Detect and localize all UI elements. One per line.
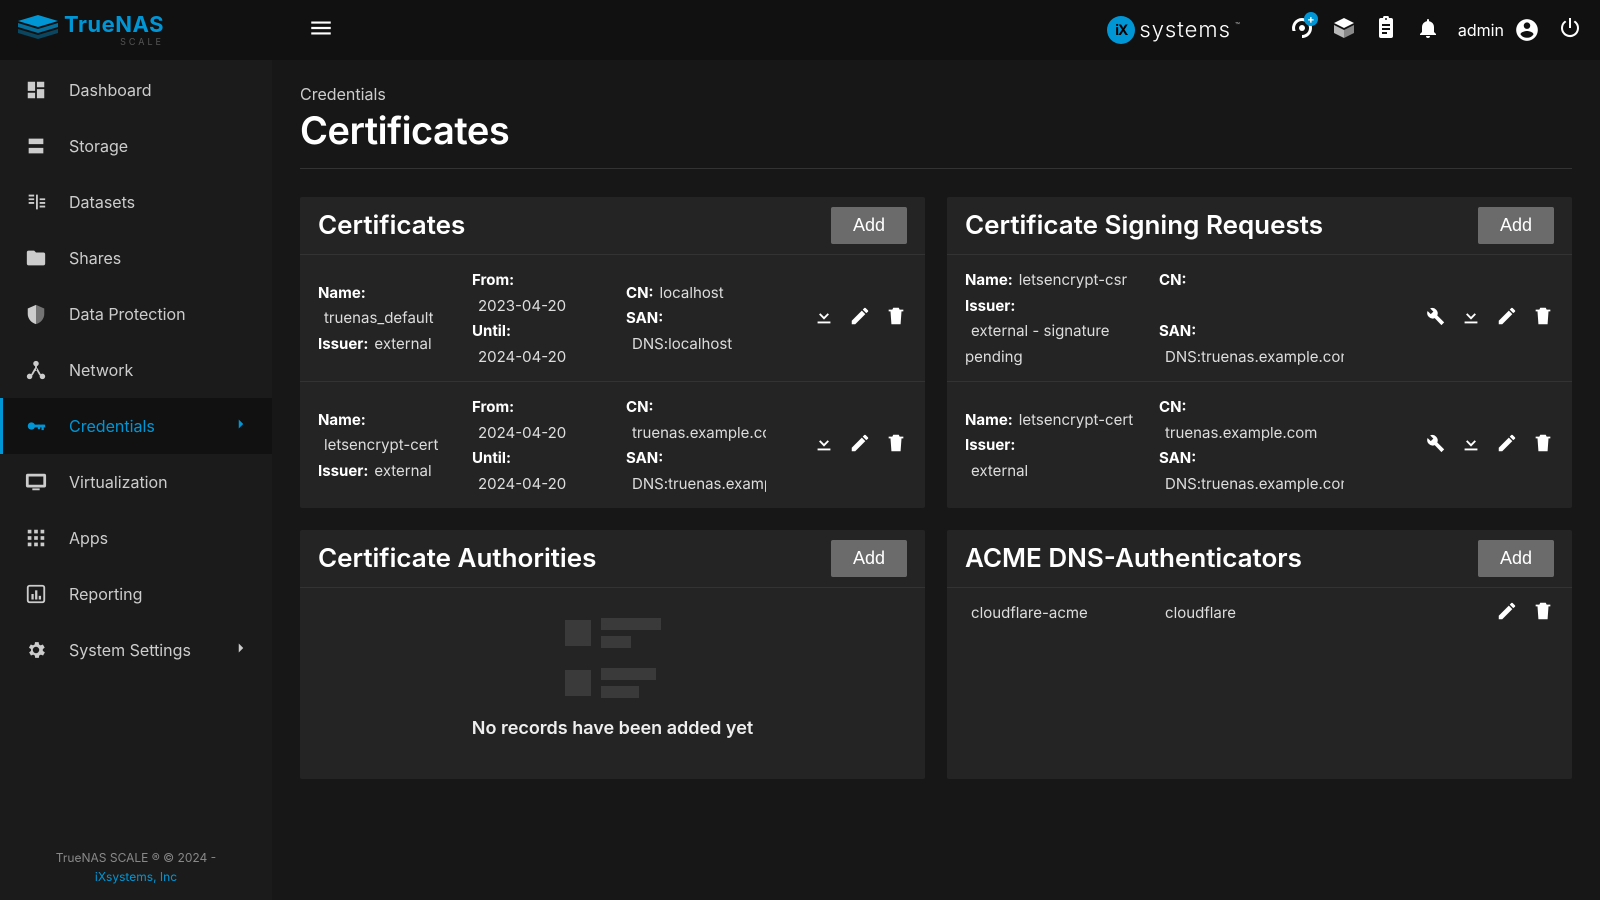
acme-card: ACME DNS-Authenticators Add cloudflare-a…	[947, 530, 1572, 779]
edit-icon[interactable]	[1496, 305, 1518, 331]
certificate-row: Name:truenas_defaultIssuer:externalFrom:…	[300, 254, 925, 381]
edit-icon[interactable]	[1496, 600, 1518, 626]
row-actions	[1424, 305, 1554, 331]
sidebar-item-label: Credentials	[69, 416, 155, 436]
row-actions	[1424, 432, 1554, 458]
certificates-card: Certificates Add Name:truenas_defaultIss…	[300, 197, 925, 508]
row-actions	[1496, 600, 1554, 626]
plus-badge-icon: +	[1304, 12, 1318, 26]
sidebar-item-virtualization[interactable]: Virtualization	[0, 454, 272, 510]
edit-icon[interactable]	[1496, 432, 1518, 458]
power-icon[interactable]	[1558, 16, 1582, 44]
row-actions	[813, 305, 907, 331]
sidebar-item-label: Network	[69, 360, 133, 380]
download-icon[interactable]	[1460, 305, 1482, 331]
sidebar-item-label: Data Protection	[69, 304, 186, 324]
sidebar-item-storage[interactable]: Storage	[0, 118, 272, 174]
ca-empty-state: No records have been added yet	[300, 587, 925, 779]
sidebar-item-label: Storage	[69, 136, 128, 156]
truecommand-icon[interactable]: +	[1290, 16, 1314, 44]
edit-icon[interactable]	[849, 305, 871, 331]
delete-icon[interactable]	[1532, 305, 1554, 331]
sidebar-item-credentials[interactable]: Credentials	[0, 398, 272, 454]
username-label: admin	[1458, 20, 1504, 40]
page-title: Certificates	[300, 108, 1572, 169]
download-icon[interactable]	[1460, 432, 1482, 458]
acme-title: ACME DNS-Authenticators	[965, 543, 1302, 574]
topbar: TrueNAS SCALE iX systems ™ + admin	[0, 0, 1600, 60]
sidebar-item-label: Shares	[69, 248, 121, 268]
sidebar-nav: Dashboard Storage Datasets Shares Data Prote…	[0, 60, 272, 678]
sidebar-item-reporting[interactable]: Reporting	[0, 566, 272, 622]
user-menu[interactable]: admin	[1458, 17, 1540, 43]
sidebar-item-label: Datasets	[69, 192, 135, 212]
certificates-title: Certificates	[318, 210, 465, 241]
sidebar-item-label: Apps	[69, 528, 108, 548]
csr-card: Certificate Signing Requests Add Name:le…	[947, 197, 1572, 508]
sidebar-item-label: Virtualization	[69, 472, 168, 492]
sidebar-item-system-settings[interactable]: System Settings	[0, 622, 272, 678]
hamburger-icon[interactable]	[308, 15, 334, 45]
csr-add-button[interactable]: Add	[1478, 207, 1554, 244]
sidebar-item-shares[interactable]: Shares	[0, 230, 272, 286]
breadcrumb[interactable]: Credentials	[300, 84, 1572, 104]
trademark-icon: ™	[1235, 20, 1240, 30]
delete-icon[interactable]	[885, 432, 907, 458]
clipboard-icon[interactable]	[1374, 16, 1398, 44]
main-content: Credentials Certificates Certificates Ad…	[272, 60, 1600, 900]
sidebar-item-apps[interactable]: Apps	[0, 510, 272, 566]
acme-row: cloudflare-acmecloudflare	[947, 587, 1572, 638]
vendor-word: systems	[1139, 17, 1231, 43]
download-icon[interactable]	[813, 305, 835, 331]
footer-vendor-link[interactable]: iXsystems, Inc	[95, 869, 177, 884]
sidebar-footer: TrueNAS SCALE ® © 2024 - iXsystems, Inc	[0, 834, 272, 900]
csr-row: Name:letsencrypt-certIssuer:externalCN:t…	[947, 381, 1572, 508]
user-icon	[1514, 17, 1540, 43]
sidebar-item-label: System Settings	[69, 640, 191, 660]
csr-row: Name:letsencrypt-csrIssuer:external - si…	[947, 254, 1572, 381]
delete-icon[interactable]	[1532, 432, 1554, 458]
wrench-icon[interactable]	[1424, 305, 1446, 331]
notifications-icon[interactable]	[1416, 16, 1440, 44]
ca-card: Certificate Authorities Add No records h…	[300, 530, 925, 779]
brand-subtitle: SCALE	[64, 38, 164, 47]
sidebar: Dashboard Storage Datasets Shares Data Prote…	[0, 60, 272, 900]
sidebar-item-label: Dashboard	[69, 80, 152, 100]
row-actions	[813, 432, 907, 458]
skeleton-icon	[565, 618, 661, 698]
sidebar-item-data-protection[interactable]: Data Protection	[0, 286, 272, 342]
ca-empty-text: No records have been added yet	[300, 718, 925, 739]
vendor-badge: iX	[1107, 16, 1135, 44]
brand-logo[interactable]: TrueNAS SCALE	[18, 14, 278, 47]
acme-add-button[interactable]: Add	[1478, 540, 1554, 577]
sidebar-item-network[interactable]: Network	[0, 342, 272, 398]
chevron-right-icon	[232, 639, 250, 661]
delete-icon[interactable]	[1532, 600, 1554, 626]
certificate-row: Name:letsencrypt-certIssuer:externalFrom…	[300, 381, 925, 508]
sidebar-item-label: Reporting	[69, 584, 142, 604]
ca-title: Certificate Authorities	[318, 543, 596, 574]
footer-copyright: TrueNAS SCALE ® © 2024 -	[56, 850, 216, 865]
wrench-icon[interactable]	[1424, 432, 1446, 458]
ca-add-button[interactable]: Add	[831, 540, 907, 577]
sidebar-item-datasets[interactable]: Datasets	[0, 174, 272, 230]
logo-icon	[18, 15, 58, 45]
certificates-add-button[interactable]: Add	[831, 207, 907, 244]
chevron-right-icon	[232, 415, 250, 437]
edit-icon[interactable]	[849, 432, 871, 458]
vendor-logo[interactable]: iX systems ™	[1107, 16, 1240, 44]
sidebar-item-dashboard[interactable]: Dashboard	[0, 62, 272, 118]
delete-icon[interactable]	[885, 305, 907, 331]
system-status-icon[interactable]	[1332, 16, 1356, 44]
download-icon[interactable]	[813, 432, 835, 458]
csr-title: Certificate Signing Requests	[965, 210, 1323, 241]
